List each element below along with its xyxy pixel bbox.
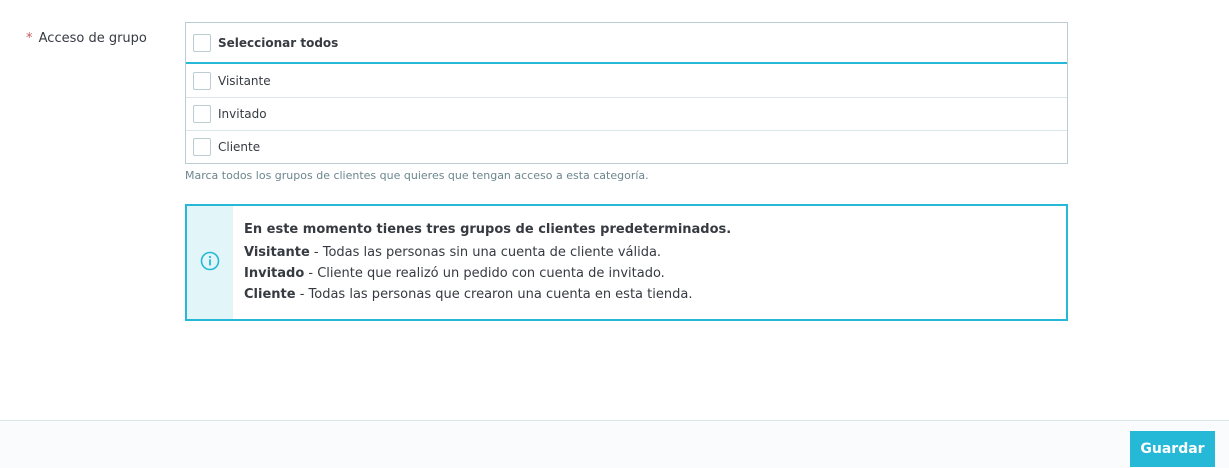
info-term: Invitado	[244, 266, 305, 281]
invitado-checkbox[interactable]	[193, 105, 211, 123]
group-access-table: Seleccionar todos Visitante Invitado Cli…	[185, 22, 1068, 164]
info-line-cliente: Cliente - Todas las personas que crearon…	[244, 284, 731, 305]
info-alert: En este momento tienes tres grupos de cl…	[185, 204, 1068, 321]
select-all-checkbox[interactable]	[193, 33, 211, 52]
cliente-checkbox[interactable]	[193, 138, 211, 156]
group-row-invitado[interactable]: Invitado	[186, 97, 1067, 130]
visitante-checkbox[interactable]	[193, 71, 211, 90]
select-all-row[interactable]: Seleccionar todos	[186, 23, 1067, 64]
info-circle-icon	[200, 251, 220, 275]
required-marker: *	[26, 31, 33, 46]
group-access-help-text: Marca todos los grupos de clientes que q…	[185, 169, 649, 182]
save-button[interactable]: Guardar	[1130, 431, 1215, 467]
group-access-label: * Acceso de grupo	[26, 31, 147, 46]
info-description: - Todas las personas sin una cuenta de c…	[309, 245, 662, 260]
group-label: Invitado	[218, 107, 267, 121]
info-description: - Todas las personas que crearon una cue…	[295, 287, 693, 302]
group-label: Cliente	[218, 140, 261, 154]
group-access-label-text: Acceso de grupo	[38, 31, 147, 46]
category-form-page: * Acceso de grupo Seleccionar todos Visi…	[0, 0, 1229, 468]
info-line-visitante: Visitante - Todas las personas sin una c…	[244, 242, 731, 263]
info-description: - Cliente que realizó un pedido con cuen…	[304, 266, 665, 281]
info-line-invitado: Invitado - Cliente que realizó un pedido…	[244, 263, 731, 284]
form-footer: Guardar	[0, 420, 1229, 468]
select-all-label: Seleccionar todos	[218, 35, 339, 50]
info-term: Visitante	[244, 245, 310, 260]
info-icon-column	[187, 206, 233, 319]
info-body: En este momento tienes tres grupos de cl…	[233, 206, 731, 319]
group-row-visitante[interactable]: Visitante	[186, 64, 1067, 97]
group-row-cliente[interactable]: Cliente	[186, 130, 1067, 163]
info-title: En este momento tienes tres grupos de cl…	[244, 222, 732, 237]
group-label: Visitante	[218, 73, 271, 88]
info-term: Cliente	[244, 287, 296, 302]
